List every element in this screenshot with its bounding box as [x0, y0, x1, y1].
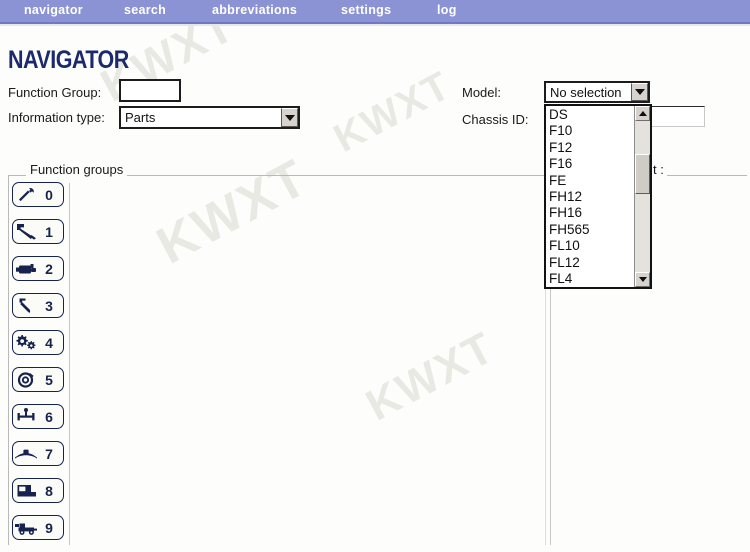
dropdown-option[interactable]: FH12 [549, 189, 634, 205]
truck-icon [13, 517, 39, 539]
nav-item-search[interactable]: search [124, 3, 166, 17]
scroll-up-icon[interactable] [635, 106, 650, 121]
information-type-value: Parts [125, 110, 156, 125]
axle-icon [13, 406, 39, 428]
function-group-button-2[interactable]: 2 [12, 256, 64, 281]
function-group-number: 8 [45, 482, 53, 499]
model-dropdown-options: DS F10 F12 F16 FE FH12 FH16 FH565 FL10 F… [546, 106, 634, 287]
cab-icon [13, 480, 39, 502]
fg-column-divider [69, 183, 70, 545]
function-group-number: 3 [45, 297, 53, 314]
dropdown-scrollbar[interactable] [634, 106, 650, 287]
chevron-down-icon[interactable] [631, 83, 648, 101]
model-value: No selection [550, 84, 622, 100]
function-group-input[interactable] [119, 79, 181, 102]
dropdown-option[interactable]: F10 [549, 123, 634, 139]
function-group-button-9[interactable]: 9 [12, 515, 64, 540]
circular-gauge-icon [13, 369, 39, 391]
function-group-number: 1 [45, 223, 53, 240]
nav-item-abbreviations[interactable]: abbreviations [212, 3, 297, 17]
dropdown-option[interactable]: FH565 [549, 222, 634, 238]
function-group-button-5[interactable]: 5 [12, 367, 64, 392]
function-groups-legend: Function groups [26, 162, 128, 177]
nav-item-navigator[interactable]: navigator [24, 3, 83, 17]
function-group-button-7[interactable]: 7 [12, 441, 64, 466]
chassis-id-label: Chassis ID: [462, 112, 529, 127]
leaf-spring-icon [13, 443, 39, 465]
top-navigation-bar: navigator search abbreviations settings … [0, 0, 750, 24]
function-group-number: 7 [45, 445, 53, 462]
function-group-number: 6 [45, 408, 53, 425]
engine-icon [13, 258, 39, 280]
function-group-button-6[interactable]: 6 [12, 404, 64, 429]
dropdown-option[interactable]: FL4 [549, 271, 634, 287]
nav-item-settings[interactable]: settings [341, 3, 391, 17]
dropdown-option[interactable]: F12 [549, 140, 634, 156]
function-group-button-0[interactable]: 0 [12, 182, 64, 207]
dropdown-option[interactable]: FL12 [549, 255, 634, 271]
function-group-number: 9 [45, 519, 53, 536]
model-label: Model: [462, 85, 502, 100]
function-group-number: 0 [45, 186, 53, 203]
dropdown-option[interactable]: FH16 [549, 205, 634, 221]
adjustable-wrench-icon [13, 221, 39, 243]
nav-item-log[interactable]: log [437, 3, 457, 17]
dropdown-option[interactable]: F16 [549, 156, 634, 172]
function-group-button-1[interactable]: 1 [12, 219, 64, 244]
model-select[interactable]: No selection [544, 81, 650, 103]
function-group-number: 4 [45, 334, 53, 351]
dropdown-option[interactable]: FL10 [549, 238, 634, 254]
chevron-down-icon[interactable] [281, 108, 298, 127]
watermark-4: KWXT [326, 63, 459, 162]
scroll-down-icon[interactable] [635, 272, 650, 287]
function-group-button-4[interactable]: 4 [12, 330, 64, 355]
function-group-number: 2 [45, 260, 53, 277]
model-dropdown-list[interactable]: DS F10 F12 F16 FE FH12 FH16 FH565 FL10 F… [544, 104, 652, 289]
function-groups-fieldset [8, 175, 544, 545]
gears-icon [13, 332, 39, 354]
function-group-number: 5 [45, 371, 53, 388]
wrench-diagonal-icon [13, 184, 39, 206]
information-type-label: Information type: [8, 110, 105, 125]
page-title: NAVIGATOR [8, 46, 129, 74]
function-group-button-3[interactable]: 3 [12, 293, 64, 318]
function-group-button-8[interactable]: 8 [12, 478, 64, 503]
information-type-select[interactable]: Parts [119, 106, 300, 129]
dropdown-option[interactable]: DS [549, 107, 634, 123]
dropdown-option[interactable]: FE [549, 173, 634, 189]
hook-wrench-icon [13, 295, 39, 317]
scrollbar-thumb[interactable] [635, 154, 650, 194]
right-panel-legend: t : [650, 162, 667, 177]
function-group-label: Function Group: [8, 85, 102, 100]
function-group-button-column: 0 1 2 3 4 5 6 7 8 9 [12, 182, 64, 552]
